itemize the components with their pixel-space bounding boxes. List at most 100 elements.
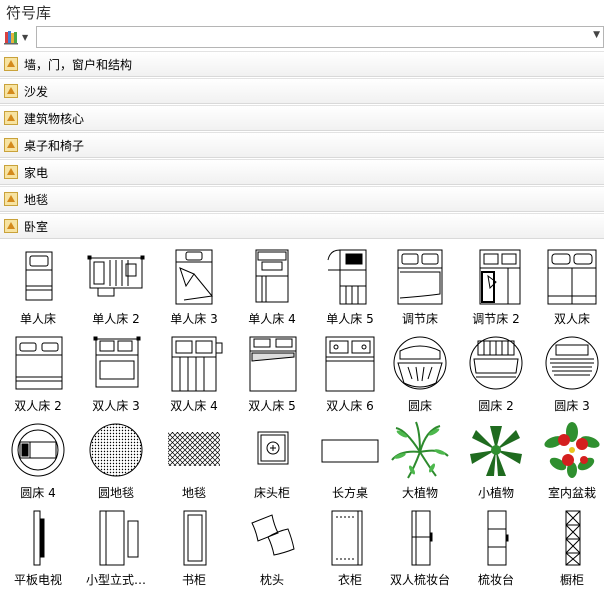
symbol-small-plant[interactable]: 小植物 [458,418,534,504]
pillows-icon [251,514,295,556]
symbol-label: 单人床 [19,312,56,326]
panel-title: 符号库 [6,4,52,22]
symbol-label: 圆床 3 [554,399,590,413]
adjustable-bed-icon [479,249,521,305]
symbol-double-dresser[interactable]: 双人梳妆台 [382,505,458,591]
symbol-label: 圆床 2 [478,399,514,413]
flat-tv-icon [33,510,45,566]
category-label: 地毯 [24,192,49,207]
symbol-round-rug[interactable]: 圆地毯 [78,418,154,504]
category-label: 卧室 [24,219,49,234]
single-bed-icon [327,249,367,305]
category-bedroom[interactable]: 卧室 [0,213,604,239]
symbol-label: 调节床 2 [472,312,520,326]
symbol-label: 地毯 [181,486,206,500]
category-folder-icon [4,84,18,98]
small-cabinet-icon [99,510,139,566]
symbol-round-bed-2[interactable]: 圆床 2 [458,331,534,417]
double-bed-icon [171,336,223,392]
category-label: 沙发 [24,84,49,99]
symbol-label: 圆地毯 [97,486,134,500]
symbol-label: 双人床 5 [248,399,296,413]
symbol-single-bed-2[interactable]: 单人床 2 [78,244,154,330]
category-tables-chairs[interactable]: 桌子和椅子 [0,132,604,158]
symbol-label: 衣柜 [337,573,362,587]
category-appliances[interactable]: 家电 [0,159,604,185]
symbol-label: 室内盆栽 [547,486,596,500]
symbol-single-bed-4[interactable]: 单人床 4 [234,244,310,330]
symbol-double-bed-2[interactable]: 双人床 2 [0,331,76,417]
symbol-single-bed[interactable]: 单人床 [0,244,76,330]
symbol-label: 长方桌 [331,486,368,500]
symbol-small-cabinet[interactable]: 小型立式… [78,505,154,591]
adjustable-bed-icon [397,249,443,305]
symbol-potted-plant[interactable]: 室内盆栽 [534,418,606,504]
symbol-label: 平板电视 [13,573,62,587]
symbol-rectangular-table[interactable]: 长方桌 [312,418,388,504]
category-folder-icon [4,219,18,233]
single-bed-icon [87,255,145,297]
category-folder-icon [4,138,18,152]
symbol-large-plant[interactable]: 大植物 [382,418,458,504]
symbol-round-bed-4[interactable]: 圆床 4 [0,418,76,504]
chevron-down-icon: ▼ [22,32,29,42]
symbol-bookcase[interactable]: 书柜 [156,505,232,591]
double-bed-icon [325,336,375,392]
round-bed-icon [393,336,447,390]
symbol-adjustable-bed-2[interactable]: 调节床 2 [458,244,534,330]
symbol-cupboard[interactable]: 橱柜 [534,505,606,591]
category-building-core[interactable]: 建筑物核心 [0,105,604,131]
symbol-double-bed-3[interactable]: 双人床 3 [78,331,154,417]
symbol-wardrobe[interactable]: 衣柜 [312,505,388,591]
symbol-label: 调节床 [401,312,438,326]
category-label: 墙，门，窗户和结构 [24,57,133,72]
symbol-flat-tv[interactable]: 平板电视 [0,505,76,591]
small-plant-icon [470,426,522,476]
symbol-dresser[interactable]: 梳妆台 [458,505,534,591]
rug-icon [168,432,220,466]
symbol-label: 双人床 6 [326,399,374,413]
symbol-label: 单人床 5 [326,312,374,326]
category-folder-icon [4,165,18,179]
library-books-icon [4,31,18,45]
category-label: 桌子和椅子 [24,138,85,153]
symbol-label: 床头柜 [253,486,290,500]
symbol-label: 大植物 [401,486,438,500]
symbol-pillows[interactable]: 枕头 [234,505,310,591]
symbol-single-bed-5[interactable]: 单人床 5 [312,244,388,330]
symbol-label: 单人床 4 [248,312,296,326]
symbol-label: 小植物 [477,486,514,500]
potted-plant-icon [544,422,600,478]
dresser-icon [487,510,509,566]
double-bed-icon [249,336,297,392]
category-sofa[interactable]: 沙发 [0,78,604,104]
symbol-round-bed-3[interactable]: 圆床 3 [534,331,606,417]
symbol-adjustable-bed[interactable]: 调节床 [382,244,458,330]
symbol-label: 小型立式… [85,573,146,587]
search-input[interactable] [36,26,604,48]
round-rug-icon [89,423,143,477]
symbol-double-bed[interactable]: 双人床 [534,244,606,330]
symbol-double-bed-4[interactable]: 双人床 4 [156,331,232,417]
symbol-label: 枕头 [259,573,284,587]
symbol-label: 双人床 [553,312,590,326]
single-bed-icon [175,249,213,305]
category-label: 家电 [24,165,49,180]
symbol-single-bed-3[interactable]: 单人床 3 [156,244,232,330]
search-row: ▼ ▼ [4,25,604,49]
double-bed-icon [93,336,141,388]
symbol-nightstand[interactable]: 床头柜 [234,418,310,504]
category-label: 建筑物核心 [24,111,85,126]
bookcase-icon [183,510,207,566]
round-bed-icon [545,336,599,390]
symbol-label: 圆床 4 [20,486,56,500]
symbol-rug[interactable]: 地毯 [156,418,232,504]
double-bed-icon [15,336,63,390]
category-walls-doors-windows[interactable]: 墙，门，窗户和结构 [0,51,604,77]
symbol-double-bed-6[interactable]: 双人床 6 [312,331,388,417]
symbol-double-bed-5[interactable]: 双人床 5 [234,331,310,417]
category-folder-icon [4,192,18,206]
library-menu-button[interactable]: ▼ [4,25,34,49]
category-rugs[interactable]: 地毯 [0,186,604,212]
symbol-round-bed[interactable]: 圆床 [382,331,458,417]
